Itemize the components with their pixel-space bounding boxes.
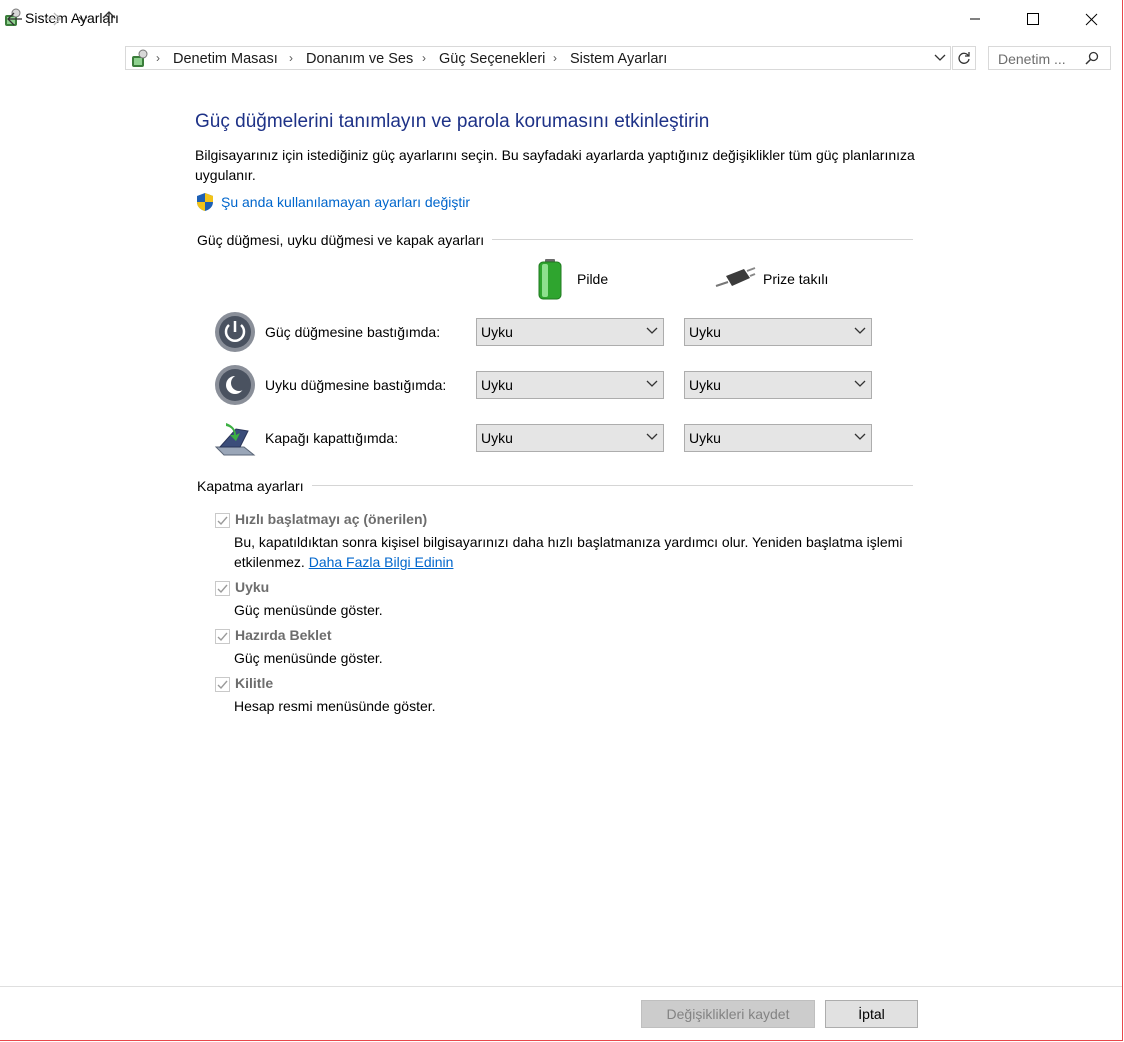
hibernate-checkbox[interactable] bbox=[215, 629, 230, 644]
checkmark-icon bbox=[217, 680, 228, 690]
breadcrumb-chevron-icon[interactable]: › bbox=[422, 51, 426, 65]
chevron-down-icon bbox=[854, 327, 866, 334]
address-bar[interactable]: › Denetim Masası › Donanım ve Ses › Güç … bbox=[125, 46, 951, 70]
hibernate-label: Hazırda Beklet bbox=[235, 627, 332, 643]
fast-startup-description: Bu, kapatıldıktan sonra kişisel bilgisay… bbox=[234, 534, 903, 570]
power-button-icon bbox=[214, 311, 256, 353]
arrow-right-icon bbox=[46, 12, 61, 26]
back-button[interactable] bbox=[4, 8, 26, 30]
breadcrumb-system-settings[interactable]: Sistem Ayarları bbox=[570, 51, 667, 67]
page-title: Güç düğmelerini tanımlayın ve parola kor… bbox=[195, 111, 710, 132]
power-section-title: Güç düğmesi, uyku düğmesi ve kapak ayarl… bbox=[197, 232, 493, 248]
breadcrumb-power-options[interactable]: Güç Seçenekleri bbox=[439, 51, 545, 67]
power-button-battery-select[interactable]: Uyku bbox=[476, 318, 664, 346]
search-box[interactable]: Denetim ... bbox=[988, 46, 1111, 70]
up-button[interactable] bbox=[98, 8, 120, 30]
breadcrumb-chevron-icon[interactable]: › bbox=[289, 51, 293, 65]
refresh-icon bbox=[958, 52, 970, 64]
learn-more-link[interactable]: Daha Fazla Bilgi Edinin bbox=[309, 554, 454, 570]
recent-locations-button[interactable] bbox=[74, 8, 92, 30]
forward-button[interactable] bbox=[42, 8, 64, 30]
maximize-icon bbox=[1027, 13, 1039, 25]
lid-close-label: Kapağı kapattığımda: bbox=[265, 430, 399, 446]
arrow-left-icon bbox=[7, 12, 22, 26]
control-panel-icon bbox=[129, 49, 149, 69]
chevron-down-icon bbox=[78, 16, 88, 22]
chevron-down-icon bbox=[934, 54, 946, 61]
search-placeholder: Denetim ... bbox=[998, 51, 1066, 67]
lock-checkbox[interactable] bbox=[215, 677, 230, 692]
power-button-plugged-select[interactable]: Uyku bbox=[684, 318, 872, 346]
chevron-down-icon bbox=[646, 327, 658, 334]
checkmark-icon bbox=[217, 584, 228, 594]
checkmark-icon bbox=[217, 632, 228, 642]
minimize-icon bbox=[970, 18, 980, 20]
page-description: Bilgisayarınız için istediğiniz güç ayar… bbox=[195, 147, 915, 183]
title-bar: Sistem Ayarları bbox=[0, 0, 1122, 38]
shutdown-section-title: Kapatma ayarları bbox=[197, 478, 312, 494]
arrow-up-icon bbox=[102, 11, 116, 26]
close-button[interactable] bbox=[1062, 0, 1120, 38]
footer-divider bbox=[0, 986, 1122, 987]
fast-startup-label: Hızlı başlatmayı aç (önerilen) bbox=[235, 511, 428, 527]
chevron-down-icon bbox=[646, 380, 658, 387]
cancel-button[interactable]: İptal bbox=[825, 1000, 918, 1028]
save-changes-button[interactable]: Değişiklikleri kaydet bbox=[641, 1000, 815, 1028]
uac-shield-icon bbox=[195, 192, 215, 215]
chevron-down-icon bbox=[854, 433, 866, 440]
breadcrumb-chevron-icon[interactable]: › bbox=[553, 51, 557, 65]
power-button-label: Güç düğmesine bastığımda: bbox=[265, 324, 441, 340]
breadcrumb-control-panel[interactable]: Denetim Masası bbox=[173, 51, 278, 67]
breadcrumb-chevron-icon[interactable]: › bbox=[156, 51, 160, 65]
lid-close-battery-select[interactable]: Uyku bbox=[476, 424, 664, 452]
hibernate-description: Güç menüsünde göster. bbox=[234, 650, 383, 666]
plugged-in-label: Prize takılı bbox=[763, 271, 829, 287]
window: Sistem Ayarları › Denetim Masası › Donan… bbox=[0, 0, 1123, 1041]
sleep-button-icon bbox=[214, 364, 256, 406]
lock-description: Hesap resmi menüsünde göster. bbox=[234, 698, 436, 714]
search-icon[interactable] bbox=[1085, 51, 1099, 68]
close-icon bbox=[1085, 13, 1097, 25]
chevron-down-icon bbox=[854, 380, 866, 387]
change-unavailable-settings-link[interactable]: Şu anda kullanılamayan ayarları değiştir bbox=[221, 194, 470, 210]
on-battery-label: Pilde bbox=[577, 271, 609, 287]
minimize-button[interactable] bbox=[946, 0, 1004, 38]
lid-close-plugged-select[interactable]: Uyku bbox=[684, 424, 872, 452]
sleep-button-label: Uyku düğmesine bastığımda: bbox=[265, 377, 447, 393]
checkmark-icon bbox=[217, 516, 228, 526]
maximize-button[interactable] bbox=[1004, 0, 1062, 38]
lock-label: Kilitle bbox=[235, 675, 274, 691]
address-dropdown-button[interactable] bbox=[930, 47, 950, 69]
sleep-button-battery-select[interactable]: Uyku bbox=[476, 371, 664, 399]
breadcrumb-hardware-sound[interactable]: Donanım ve Ses bbox=[306, 51, 413, 67]
battery-icon bbox=[536, 258, 564, 303]
laptop-lid-icon bbox=[214, 417, 256, 459]
power-plug-icon bbox=[714, 266, 756, 293]
sleep-description: Güç menüsünde göster. bbox=[234, 602, 383, 618]
sleep-label: Uyku bbox=[235, 579, 270, 595]
sleep-button-plugged-select[interactable]: Uyku bbox=[684, 371, 872, 399]
sleep-checkbox[interactable] bbox=[215, 581, 230, 596]
chevron-down-icon bbox=[646, 433, 658, 440]
fast-startup-checkbox[interactable] bbox=[215, 513, 230, 528]
refresh-button[interactable] bbox=[952, 46, 976, 70]
